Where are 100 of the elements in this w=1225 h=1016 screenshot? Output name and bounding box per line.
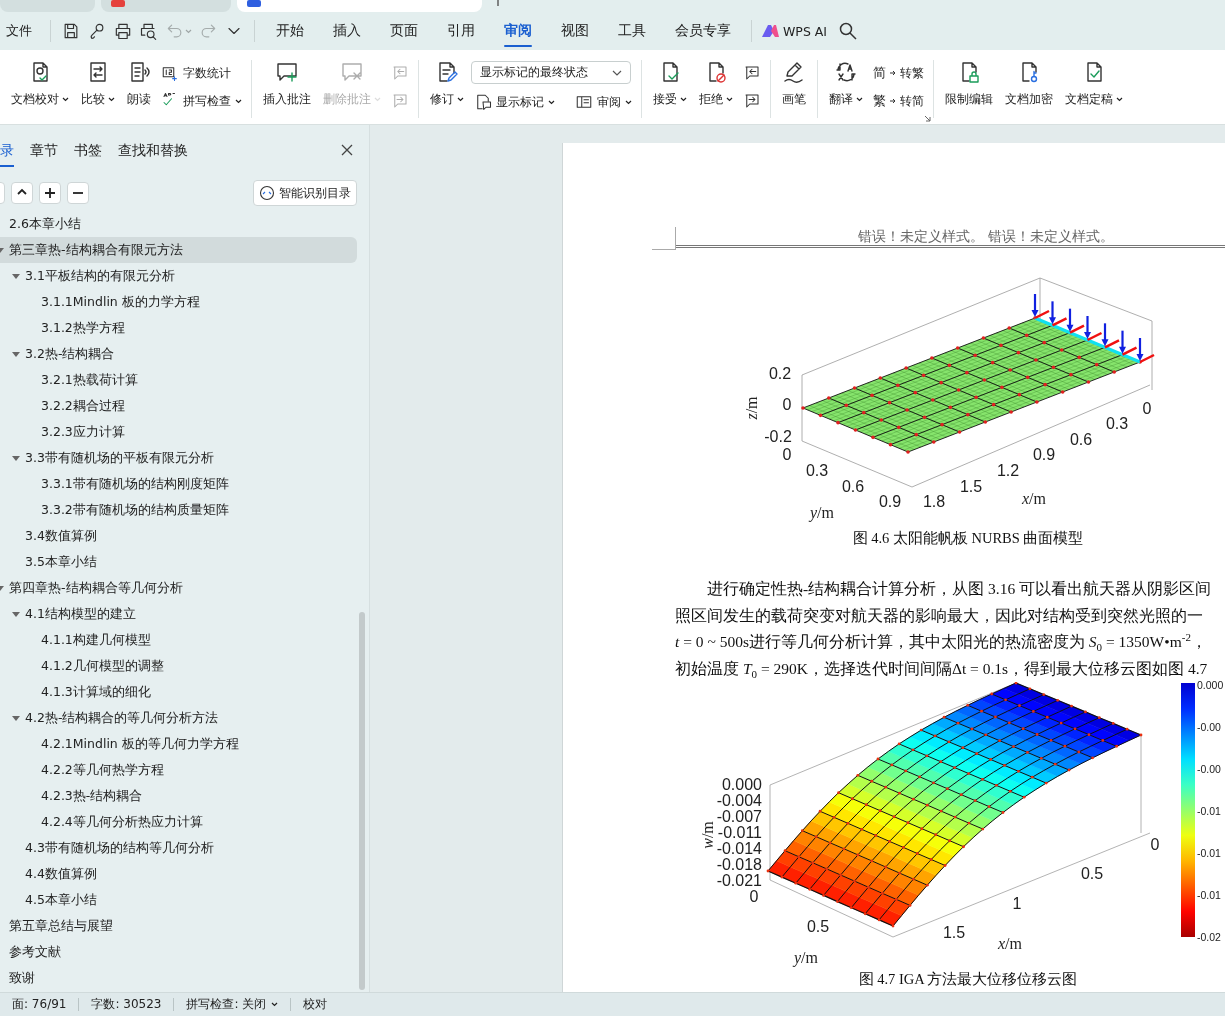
document-tab[interactable] <box>237 0 482 12</box>
toolbar-button[interactable] <box>113 21 133 41</box>
outline-item[interactable]: 第三章热-结构耦合有限元方法 <box>0 237 357 263</box>
outline-item[interactable]: 4.1结构模型的建立 <box>0 601 357 627</box>
colorbar-tick-label: -0.02 <box>1197 931 1221 943</box>
outline-item[interactable]: 3.3带有随机场的平板有限元分析 <box>0 445 357 471</box>
axis-label: y/m <box>810 504 834 522</box>
outline-item[interactable]: 4.5本章小结 <box>0 887 357 913</box>
outline-item[interactable]: 4.1.3计算域的细化 <box>0 679 357 705</box>
outline-item[interactable]: 3.4数值算例 <box>0 523 357 549</box>
ribbon-tab[interactable]: 页面 <box>375 13 432 49</box>
toolbar-button[interactable] <box>67 182 89 204</box>
ribbon-button[interactable]: 文档校对 <box>6 57 74 111</box>
panel-tab[interactable]: 章节 <box>30 135 58 167</box>
outline-item[interactable]: 4.2热-结构耦合的等几何分析方法 <box>0 705 357 731</box>
status-item[interactable]: 校对 <box>291 996 340 1013</box>
outline-item[interactable]: 4.1.2几何模型的调整 <box>0 653 357 679</box>
axis-label: x/m <box>1022 490 1046 508</box>
outline-item[interactable]: 3.3.1带有随机场的结构刚度矩阵 <box>0 471 357 497</box>
axis-label: y/m <box>794 949 818 967</box>
ribbon-button[interactable]: 文档加密 <box>1000 57 1058 111</box>
ribbon-tab[interactable]: 引用 <box>432 13 489 49</box>
document-tab[interactable] <box>101 0 231 12</box>
toolbar-button[interactable] <box>39 182 61 204</box>
outline-item[interactable]: 2.6本章小结 <box>0 211 357 237</box>
status-item[interactable]: 拼写检查: 关闭 <box>174 996 291 1013</box>
status-item[interactable]: 字数: 30523 <box>79 996 174 1013</box>
axis-tick-label: 0.2 <box>768 365 792 383</box>
outline-item[interactable]: 3.2.1热载荷计算 <box>0 367 357 393</box>
print-icon <box>113 21 133 41</box>
ribbon-button[interactable]: 字数统计 <box>158 62 245 84</box>
status-item[interactable]: 面: 76/91 <box>0 996 79 1013</box>
outline-item[interactable]: 3.3.2带有随机场的结构质量矩阵 <box>0 497 357 523</box>
triangle-down-icon[interactable] <box>12 272 20 280</box>
caret-icon <box>548 99 555 105</box>
smart-toc-button[interactable]: 智能识别目录 <box>253 180 357 206</box>
panel-tab[interactable]: 录 <box>0 135 14 167</box>
outline-item[interactable]: 4.2.2等几何热学方程 <box>0 757 357 783</box>
outline-item[interactable]: 4.1.1构建几何模型 <box>0 627 357 653</box>
axis-tick-label: 0.6 <box>1069 431 1093 449</box>
ribbon-button[interactable]: 繁 转简 <box>870 90 927 112</box>
outline-item[interactable]: 3.2热-结构耦合 <box>0 341 357 367</box>
ribbon-button[interactable]: 审阅 <box>572 91 635 113</box>
outline-item[interactable]: 3.1.2热学方程 <box>0 315 357 341</box>
ribbon-button[interactable]: 比较 <box>76 57 120 111</box>
ribbon-button[interactable]: 朗读 <box>122 57 156 111</box>
ribbon-button[interactable]: 画笔 <box>777 57 811 111</box>
axis-tick-label: 0.6 <box>841 478 865 496</box>
ai-assistant-button[interactable]: WPS AI <box>783 23 828 39</box>
ribbon-tab[interactable]: 审阅 <box>489 13 546 49</box>
ribbon-button[interactable]: 翻译 <box>824 57 868 111</box>
outline-item[interactable]: 参考文献 <box>0 939 357 965</box>
triangle-down-icon[interactable] <box>12 454 20 462</box>
caret-icon <box>235 98 242 104</box>
dialog-launcher-icon[interactable] <box>924 115 931 122</box>
outline-item[interactable]: 3.5本章小结 <box>0 549 357 575</box>
ribbon-tab[interactable]: 插入 <box>318 13 375 49</box>
ribbon-tab[interactable]: 开始 <box>261 13 318 49</box>
triangle-down-icon[interactable] <box>12 610 20 618</box>
ribbon-button[interactable]: 修订 <box>425 57 469 111</box>
ribbon-tab[interactable]: 视图 <box>546 13 603 49</box>
ribbon-button[interactable]: 简 转繁 <box>870 62 927 84</box>
axis-tick-label: -0.004 <box>716 792 762 810</box>
ribbon-button[interactable]: 拼写检查 <box>158 90 245 112</box>
ribbon-tab[interactable]: 工具 <box>603 13 660 49</box>
axis-tick-label: 0.000 <box>721 776 762 794</box>
ribbon-button[interactable]: 插入批注 <box>258 57 316 111</box>
ribbon-button[interactable]: 显示标记 <box>471 91 558 113</box>
toolbar-button[interactable] <box>139 21 159 41</box>
panel-tab[interactable]: 查找和替换 <box>118 135 188 167</box>
panel-tab[interactable]: 书签 <box>74 135 102 167</box>
ribbon-tab[interactable]: 会员专享 <box>660 13 745 49</box>
outline-item[interactable]: 3.1.1Mindlin 板的力学方程 <box>0 289 357 315</box>
outline-item[interactable]: 3.2.2耦合过程 <box>0 393 357 419</box>
scrollbar[interactable] <box>359 612 365 990</box>
document-file-icon <box>247 0 261 7</box>
outline-item[interactable]: 4.2.4等几何分析热应力计算 <box>0 809 357 835</box>
triangle-down-icon[interactable] <box>12 714 20 722</box>
outline-item[interactable]: 3.1平板结构的有限元分析 <box>0 263 357 289</box>
markup-view-dropdown[interactable]: 显示标记的最终状态 <box>471 61 631 84</box>
outline-item[interactable]: 3.2.3应力计算 <box>0 419 357 445</box>
ribbon-button[interactable]: 接受 <box>648 57 692 111</box>
ribbon-button[interactable]: 文档定稿 <box>1060 57 1128 111</box>
outline-item[interactable]: 第四章热-结构耦合等几何分析 <box>0 575 357 601</box>
ribbon-button[interactable]: 拒绝 <box>694 57 738 111</box>
outline-item[interactable]: 致谢 <box>0 965 357 991</box>
outline-item[interactable]: 4.2.3热-结构耦合 <box>0 783 357 809</box>
outline-item[interactable]: 4.3带有随机场的结构等几何分析 <box>0 835 357 861</box>
outline-item[interactable]: 4.2.1Mindlin 板的等几何力学方程 <box>0 731 357 757</box>
close-icon[interactable] <box>341 144 353 156</box>
axis-tick-label: 1.2 <box>996 462 1020 480</box>
file-menu[interactable]: 文件 <box>0 22 44 40</box>
outline-item[interactable]: 第五章总结与展望 <box>0 913 357 939</box>
search-icon[interactable] <box>839 22 858 40</box>
caret-icon <box>271 1002 279 1007</box>
smart-icon <box>259 185 275 201</box>
triangle-down-icon[interactable] <box>12 350 20 358</box>
outline-item[interactable]: 4.4数值算例 <box>0 861 357 887</box>
ribbon-button[interactable]: 限制编辑 <box>940 57 998 111</box>
toolbar-button[interactable] <box>11 182 33 204</box>
